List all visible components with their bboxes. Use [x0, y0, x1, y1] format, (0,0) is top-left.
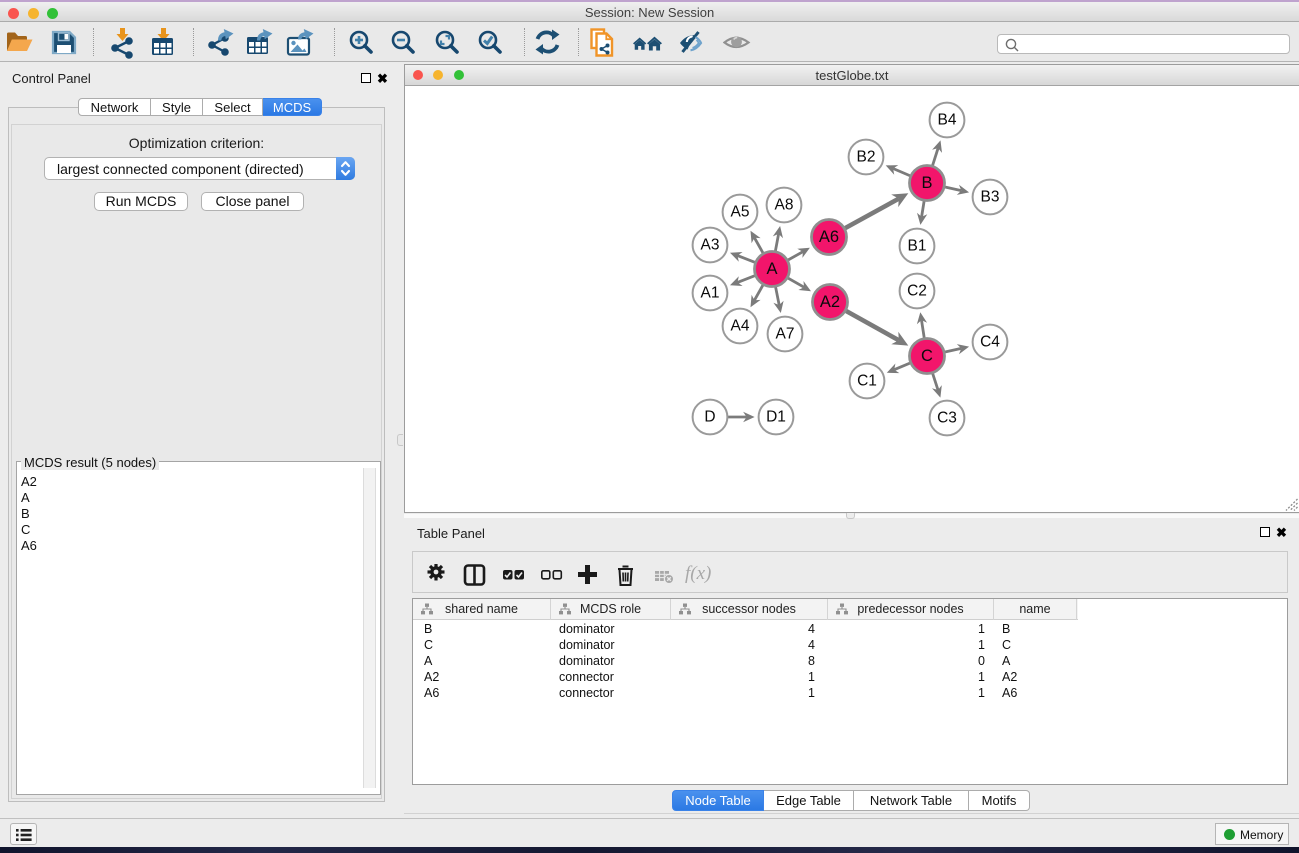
svg-text:A6: A6 [819, 228, 839, 246]
svg-text:A1: A1 [701, 285, 720, 302]
svg-text:A2: A2 [820, 293, 840, 311]
svg-text:D: D [704, 409, 715, 426]
svg-text:A8: A8 [775, 197, 794, 214]
svg-text:A5: A5 [731, 204, 750, 221]
svg-text:B: B [921, 174, 932, 192]
svg-text:C4: C4 [980, 334, 1000, 351]
svg-text:A7: A7 [776, 326, 795, 343]
svg-text:B1: B1 [908, 238, 927, 255]
svg-text:B2: B2 [857, 149, 876, 166]
svg-text:D1: D1 [766, 409, 786, 426]
svg-text:C1: C1 [857, 373, 877, 390]
svg-text:C3: C3 [937, 410, 957, 427]
svg-text:B3: B3 [981, 189, 1000, 206]
svg-text:A3: A3 [701, 237, 720, 254]
svg-text:A4: A4 [731, 318, 750, 335]
svg-text:A: A [766, 260, 777, 278]
svg-text:C: C [921, 347, 933, 365]
svg-text:B4: B4 [938, 112, 957, 129]
svg-text:C2: C2 [907, 283, 927, 300]
